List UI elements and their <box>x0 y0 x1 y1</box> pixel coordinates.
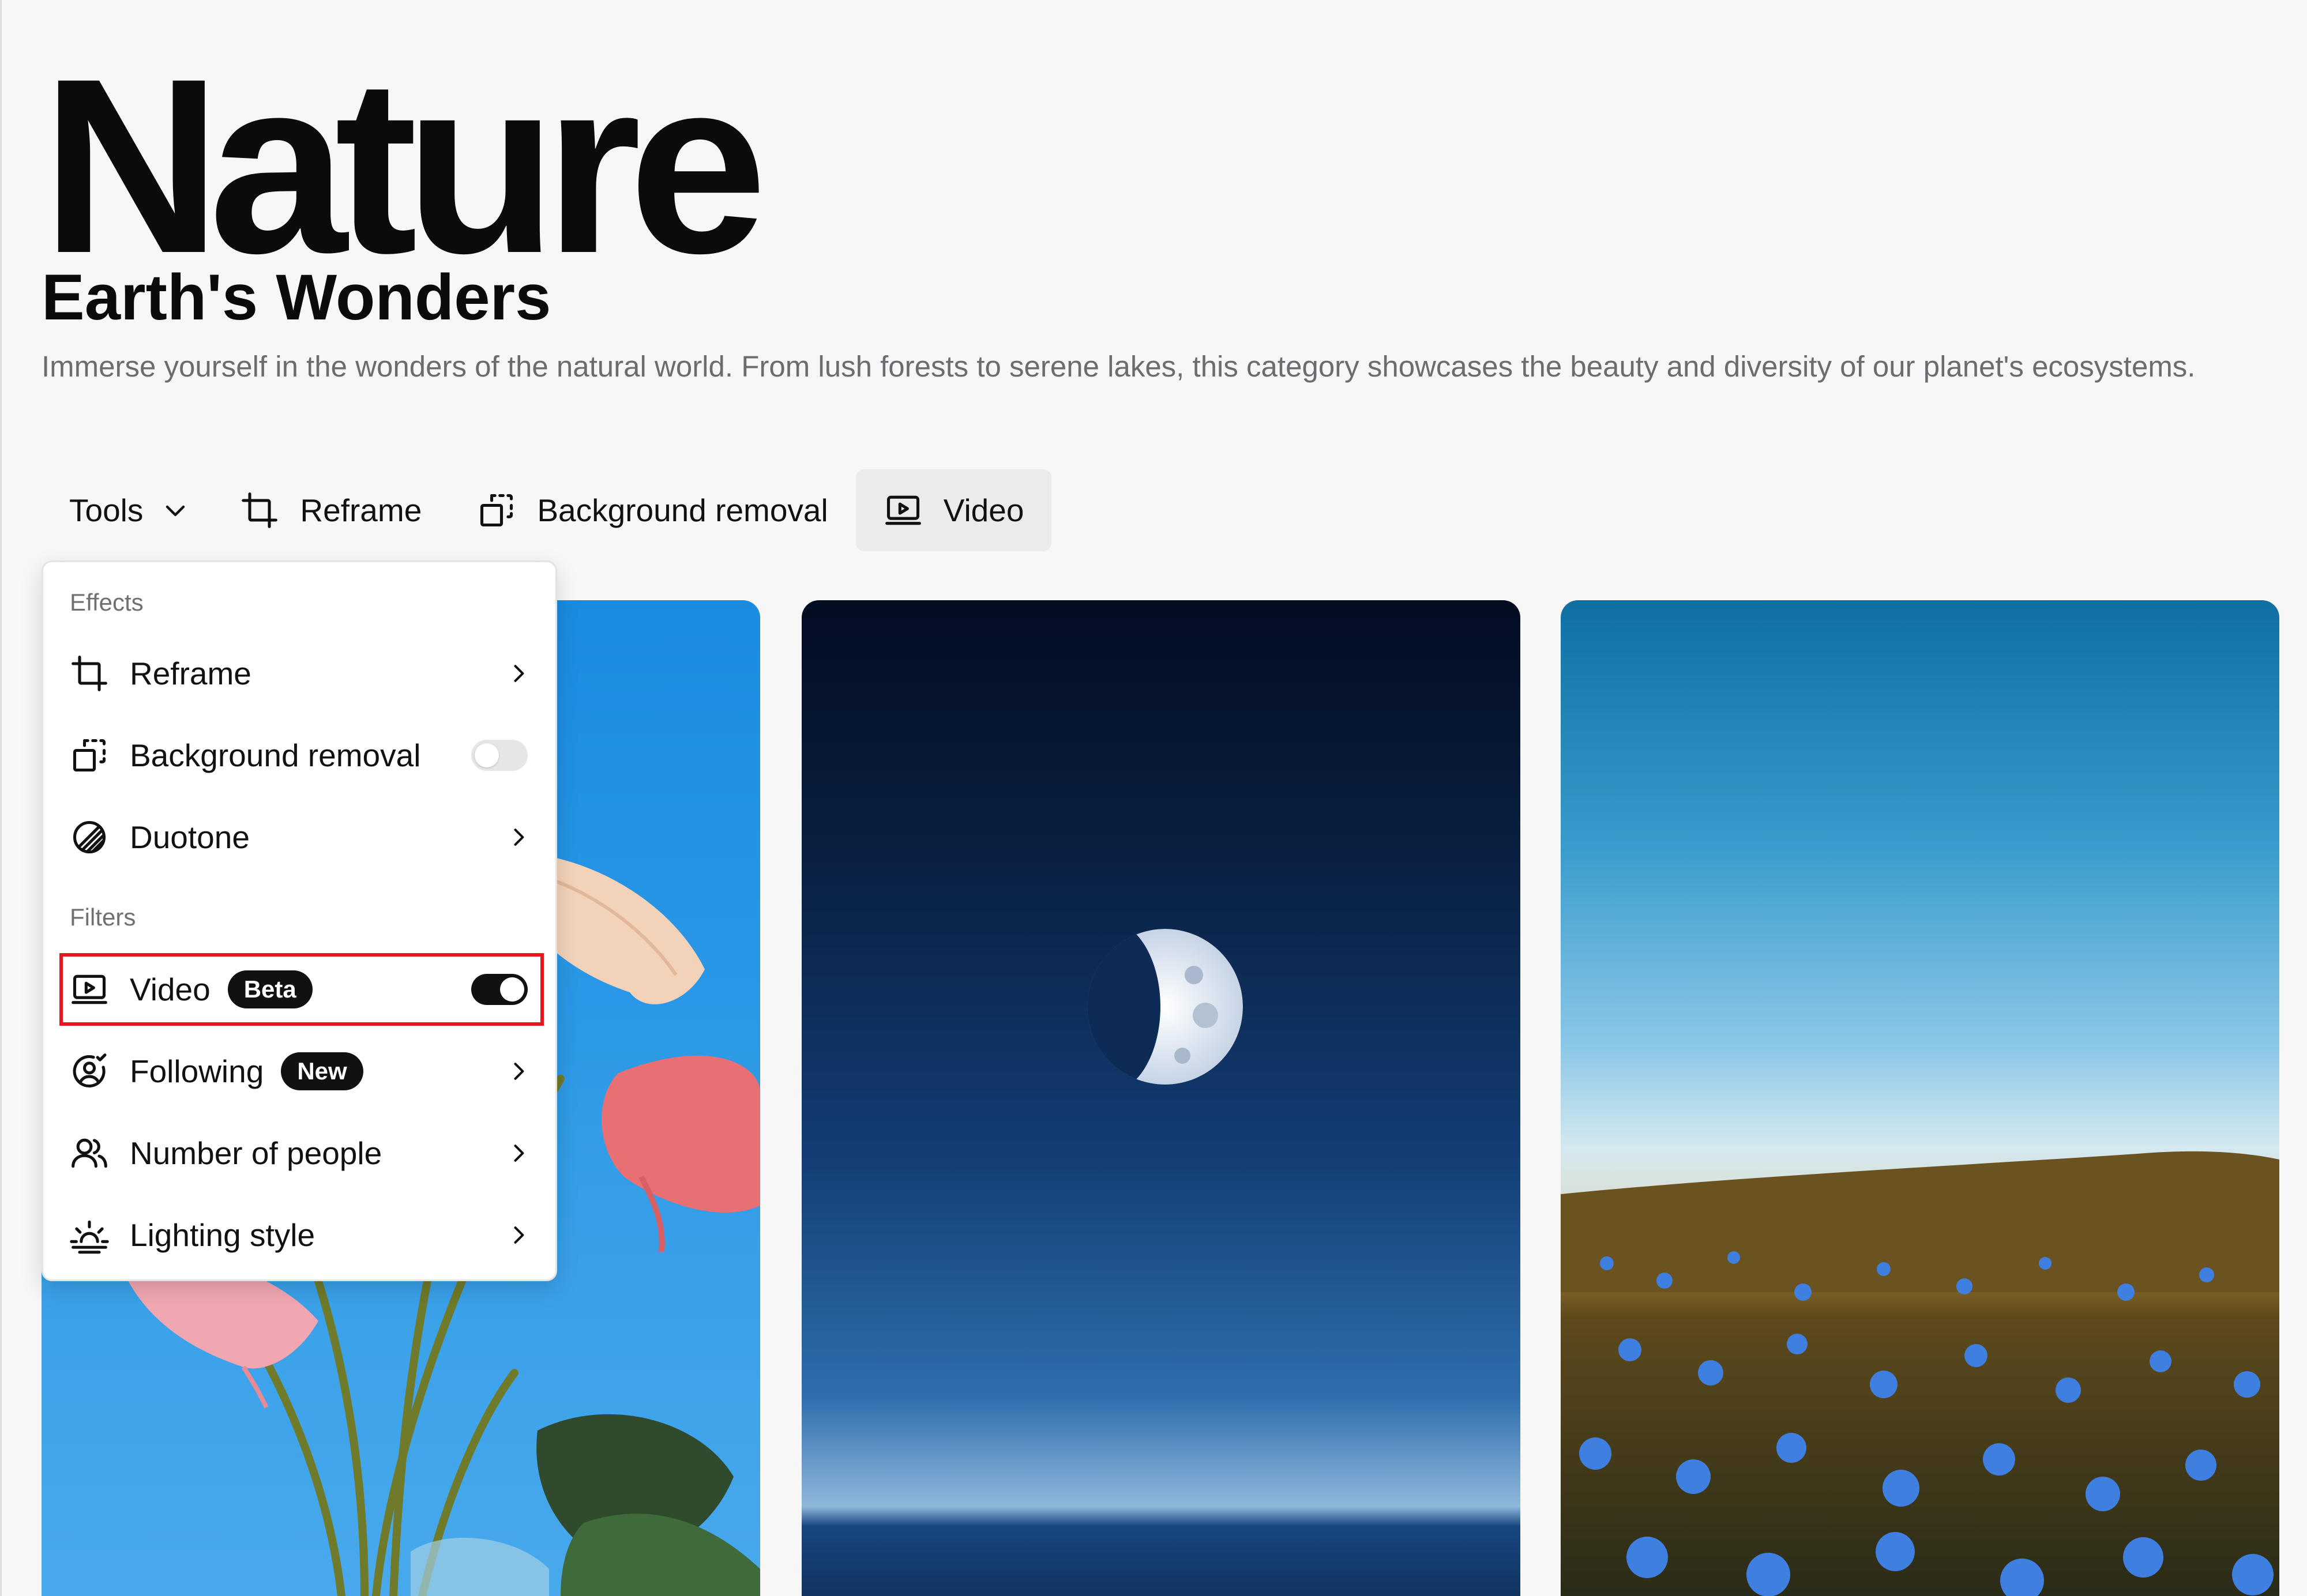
chevron-right-icon <box>514 1226 524 1244</box>
crop-icon <box>72 656 107 691</box>
menu-item-label: Reframe <box>130 656 251 691</box>
reframe-label: Reframe <box>300 492 422 528</box>
menu-item-duotone[interactable]: Duotone <box>43 796 555 878</box>
menu-item-number-of-people[interactable]: Number of people <box>43 1112 555 1194</box>
tools-menu: Effects Reframe Background removal Duoto… <box>42 560 557 1281</box>
tools-label: Tools <box>69 492 144 528</box>
menu-item-text: Following <box>130 1053 264 1089</box>
moon-illustration <box>1087 929 1243 1085</box>
menu-item-label: Background removal <box>130 737 421 773</box>
page-subtitle: Earth's Wonders <box>42 261 551 333</box>
background-removal-button[interactable]: Background removal <box>449 469 855 551</box>
background-removal-icon <box>73 739 106 772</box>
following-icon <box>73 1053 107 1087</box>
meadow-illustration <box>1561 1151 2279 1596</box>
crop-icon <box>242 492 278 528</box>
effects-section-label: Effects <box>70 589 144 616</box>
menu-item-label: Duotone <box>130 819 250 855</box>
page-description: Immerse yourself in the wonders of the n… <box>42 350 2196 383</box>
sunrise-icon <box>70 1220 109 1254</box>
chevron-right-icon <box>514 665 524 682</box>
menu-item-label: Number of people <box>130 1135 382 1171</box>
menu-item-label: Lighting style <box>130 1217 315 1253</box>
menu-item-label: Following New <box>130 1052 363 1090</box>
video-icon <box>885 495 921 525</box>
reframe-button[interactable]: Reframe <box>212 469 449 551</box>
background-removal-toggle[interactable] <box>471 740 528 771</box>
video-item-highlight-box <box>59 953 544 1026</box>
duotone-icon <box>73 820 106 854</box>
menu-item-background-removal[interactable]: Background removal <box>43 714 555 796</box>
people-icon <box>72 1138 107 1168</box>
chevron-right-icon <box>514 829 524 846</box>
filters-section-label: Filters <box>70 904 136 931</box>
tools-dropdown-button[interactable]: Tools <box>42 469 212 551</box>
page-edge <box>0 0 2 1596</box>
video-button[interactable]: Video <box>855 469 1052 551</box>
video-label: Video <box>943 492 1024 528</box>
menu-item-lighting-style[interactable]: Lighting style <box>43 1194 555 1276</box>
chevron-right-icon <box>514 1063 524 1080</box>
background-removal-label: Background removal <box>537 492 828 528</box>
new-badge: New <box>281 1052 363 1090</box>
chevron-right-icon <box>514 1145 524 1162</box>
menu-item-following[interactable]: Following New <box>43 1030 555 1112</box>
page-title: Nature <box>42 27 767 305</box>
gallery-image-meadow[interactable] <box>1561 600 2279 1596</box>
chevron-down-icon <box>166 505 185 517</box>
menu-item-reframe[interactable]: Reframe <box>43 633 555 714</box>
background-removal-icon <box>480 494 513 527</box>
toolbar: Tools Reframe Background removal Video <box>42 469 1052 551</box>
gallery-image-moon[interactable] <box>802 600 1520 1596</box>
toggle-knob <box>475 743 499 767</box>
